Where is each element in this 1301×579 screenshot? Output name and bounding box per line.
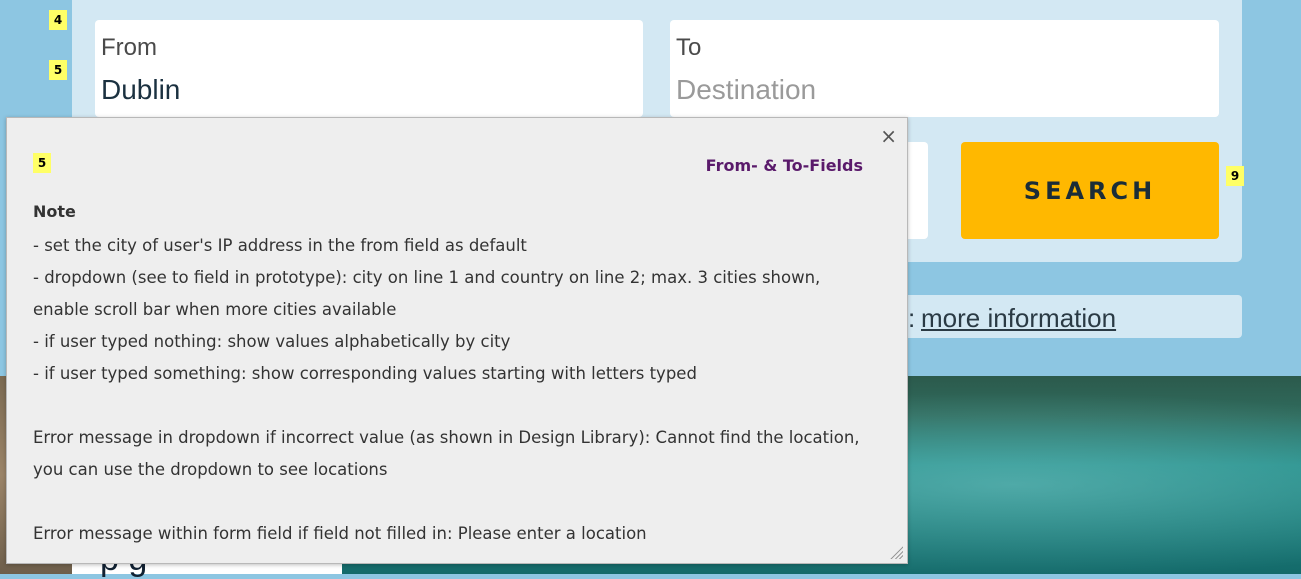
- to-label: To: [676, 34, 702, 61]
- to-field[interactable]: To Destination: [670, 20, 1219, 117]
- close-icon[interactable]: ×: [880, 124, 897, 148]
- annotation-marker-9[interactable]: 9: [1226, 166, 1244, 186]
- note-title: From- & To-Fields: [705, 156, 863, 175]
- annotation-marker-4[interactable]: 4: [49, 10, 67, 30]
- info-colon: :: [908, 303, 916, 333]
- search-button[interactable]: SEARCH: [961, 142, 1219, 239]
- annotation-note-popup: 5 × From- & To-Fields Note - set the cit…: [6, 117, 908, 564]
- note-line: Error message within form field if field…: [33, 524, 647, 543]
- from-input-value[interactable]: Dublin: [101, 74, 180, 106]
- note-line: - if user typed something: show correspo…: [33, 364, 697, 383]
- note-marker-5: 5: [33, 153, 51, 173]
- more-information-link[interactable]: more information: [921, 303, 1116, 334]
- from-field[interactable]: From Dublin: [95, 20, 643, 117]
- to-input-placeholder[interactable]: Destination: [676, 74, 816, 106]
- note-line: - if user typed nothing: show values alp…: [33, 332, 511, 351]
- note-line: - dropdown (see to field in prototype): …: [33, 268, 821, 319]
- resize-grip-icon[interactable]: [889, 545, 903, 559]
- note-line: - set the city of user's IP address in t…: [33, 236, 527, 255]
- note-body: - set the city of user's IP address in t…: [33, 230, 873, 550]
- from-label: From: [101, 34, 157, 61]
- note-line: Error message in dropdown if incorrect v…: [33, 428, 860, 479]
- note-heading: Note: [33, 202, 76, 221]
- info-bar: : more information: [880, 295, 1242, 338]
- note-line: [33, 486, 873, 518]
- note-line: [33, 390, 873, 422]
- annotation-marker-5[interactable]: 5: [49, 60, 67, 80]
